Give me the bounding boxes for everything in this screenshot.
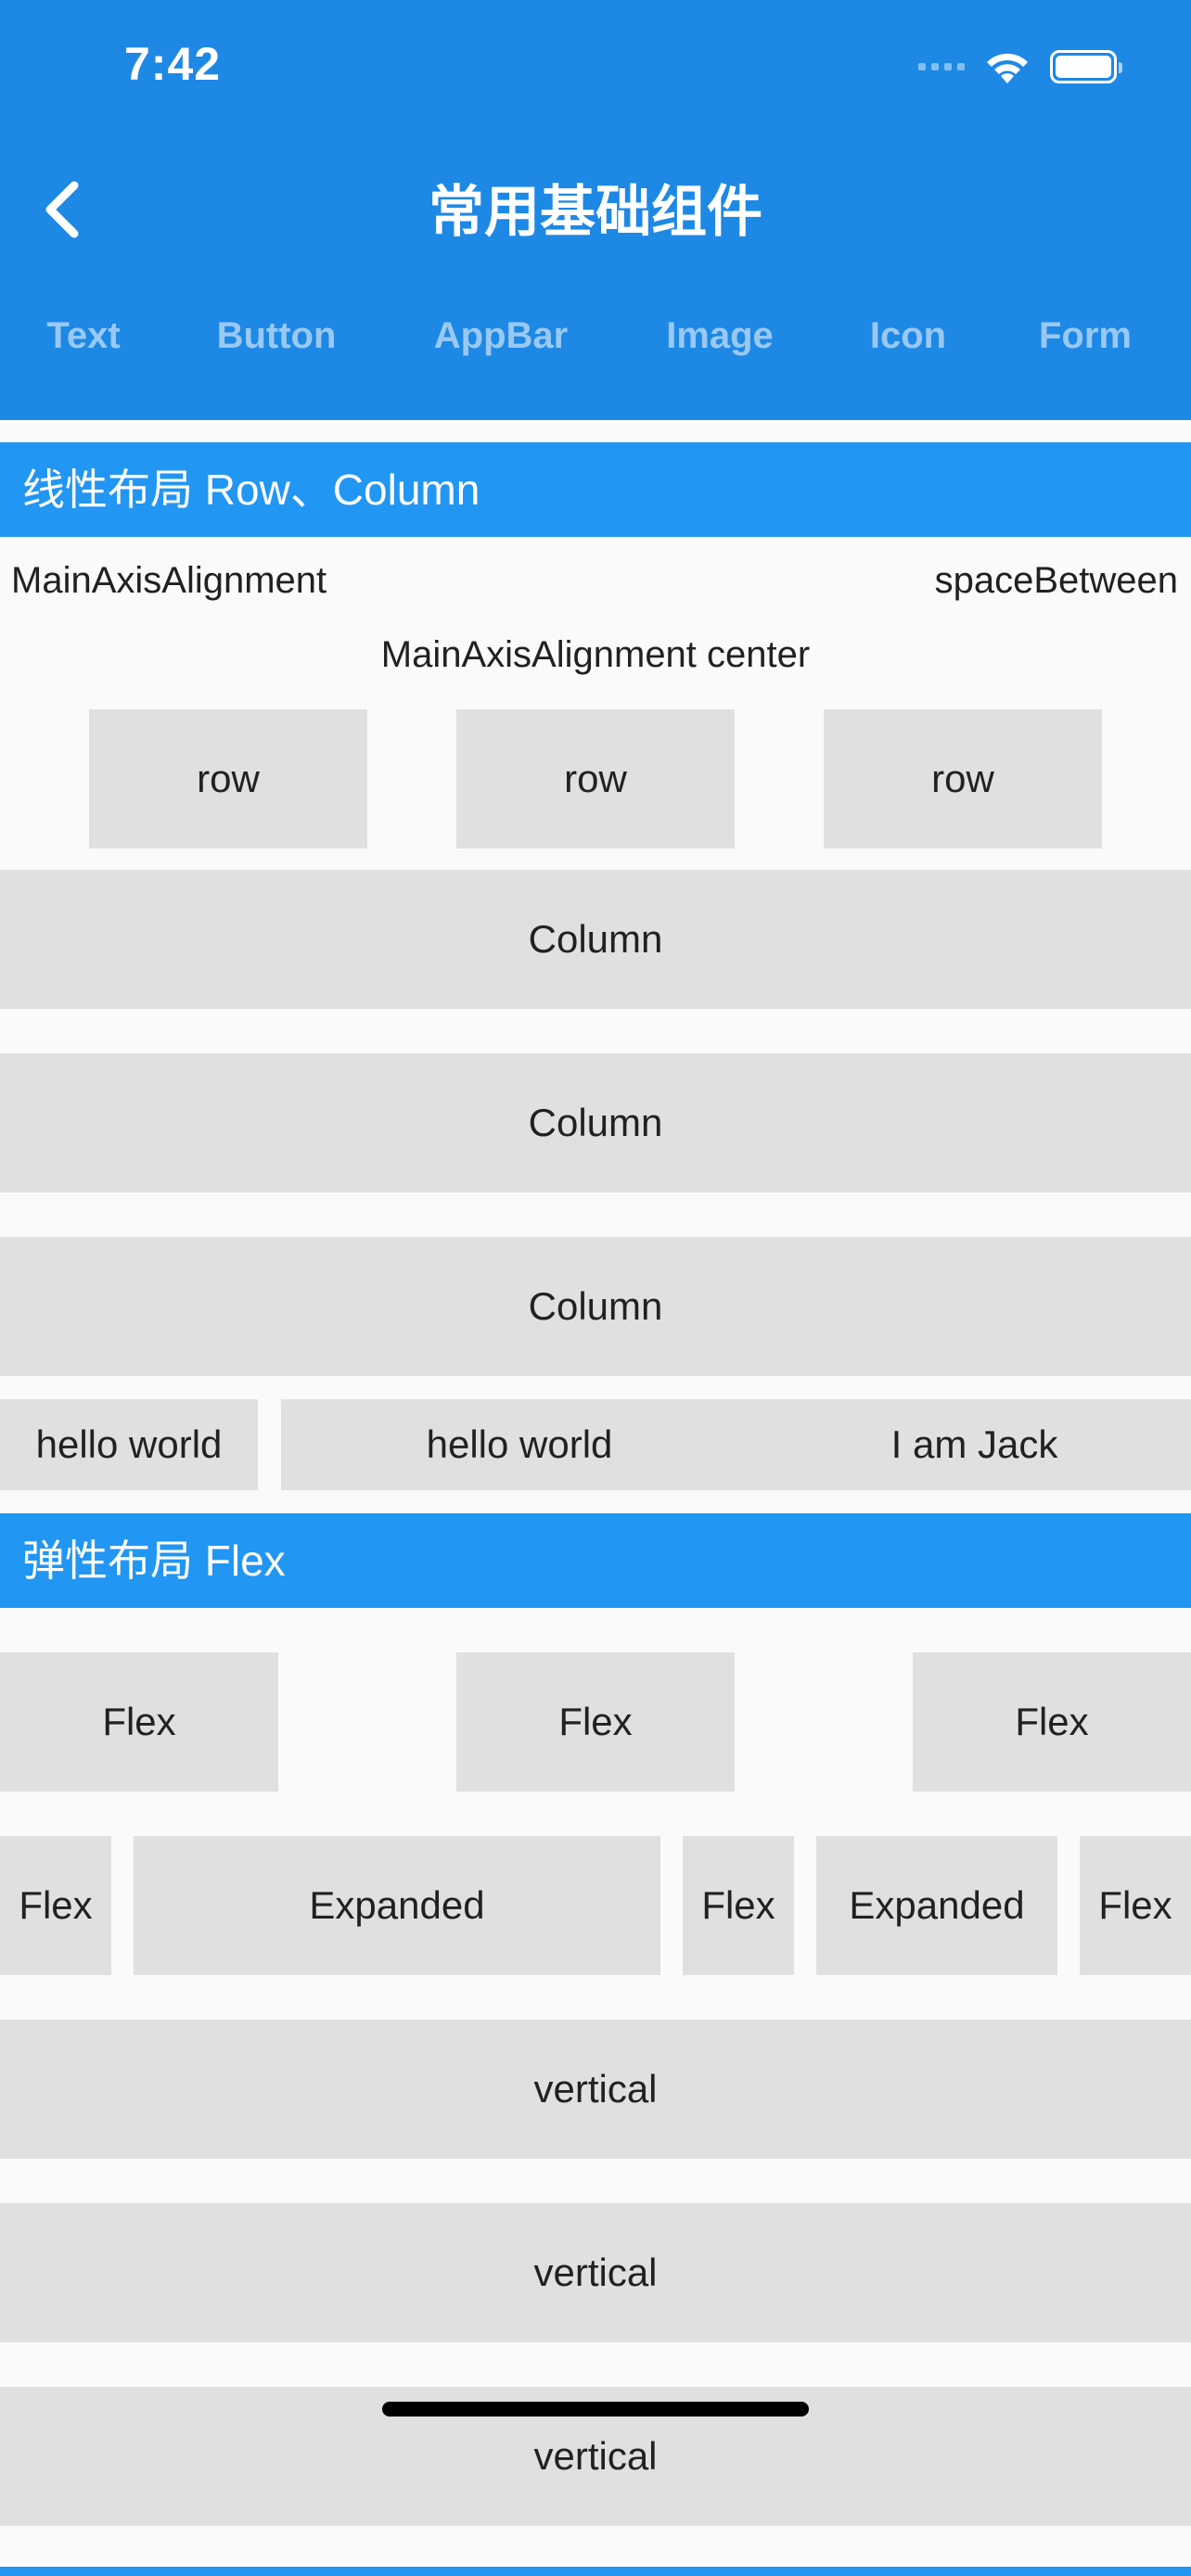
page-title: 常用基础组件 — [429, 181, 762, 243]
expanded-text-row: hello world I am Jack — [281, 1399, 1191, 1490]
status-icons — [918, 46, 1122, 87]
row-box: row — [824, 709, 1102, 848]
row-box: row — [89, 709, 367, 848]
vertical-box: vertical — [0, 2020, 1191, 2159]
flex-box: Flex — [1080, 1836, 1191, 1975]
tab-form[interactable]: Form — [1039, 315, 1132, 357]
column-box: Column — [0, 870, 1191, 1009]
status-time: 7:42 — [124, 38, 222, 90]
hello-world-text: hello world — [426, 1422, 613, 1466]
tab-button[interactable]: Button — [217, 315, 337, 357]
signal-icon — [918, 63, 965, 70]
flex-box: Flex — [0, 1836, 111, 1975]
wifi-icon — [987, 53, 1028, 83]
flex-box: Flex — [456, 1652, 735, 1792]
tab-appbar[interactable]: AppBar — [434, 315, 568, 357]
app-bar: 7:42 常用基础组件 Text Button AppBar Image Ico… — [0, 0, 1191, 420]
expanded-box: Expanded — [816, 1836, 1057, 1975]
flex-box: Flex — [913, 1652, 1191, 1792]
section-header-linear: 线性布局 Row、Column — [0, 442, 1191, 537]
vertical-box: vertical — [0, 2203, 1191, 2342]
tab-bar: Text Button AppBar Image Icon Form — [0, 315, 1191, 389]
tab-image[interactable]: Image — [666, 315, 774, 357]
column-box: Column — [0, 1237, 1191, 1376]
section-header-flex: 弹性布局 Flex — [0, 1513, 1191, 1608]
flex-box: Flex — [683, 1836, 794, 1975]
space-between-label: spaceBetween — [934, 560, 1178, 601]
i-am-jack-text: I am Jack — [890, 1422, 1058, 1466]
row-box: row — [456, 709, 735, 848]
next-section-strip — [0, 2567, 1191, 2576]
battery-icon — [1050, 50, 1122, 83]
expanded-box: Expanded — [134, 1836, 660, 1975]
tab-text[interactable]: Text — [46, 315, 120, 357]
home-indicator[interactable] — [382, 2402, 809, 2417]
flex-box: Flex — [0, 1652, 278, 1792]
hello-world-box: hello world — [0, 1399, 258, 1490]
tab-icon[interactable]: Icon — [870, 315, 946, 357]
main-axis-label: MainAxisAlignment — [11, 560, 327, 601]
center-label: MainAxisAlignment center — [380, 634, 811, 675]
column-box: Column — [0, 1053, 1191, 1192]
